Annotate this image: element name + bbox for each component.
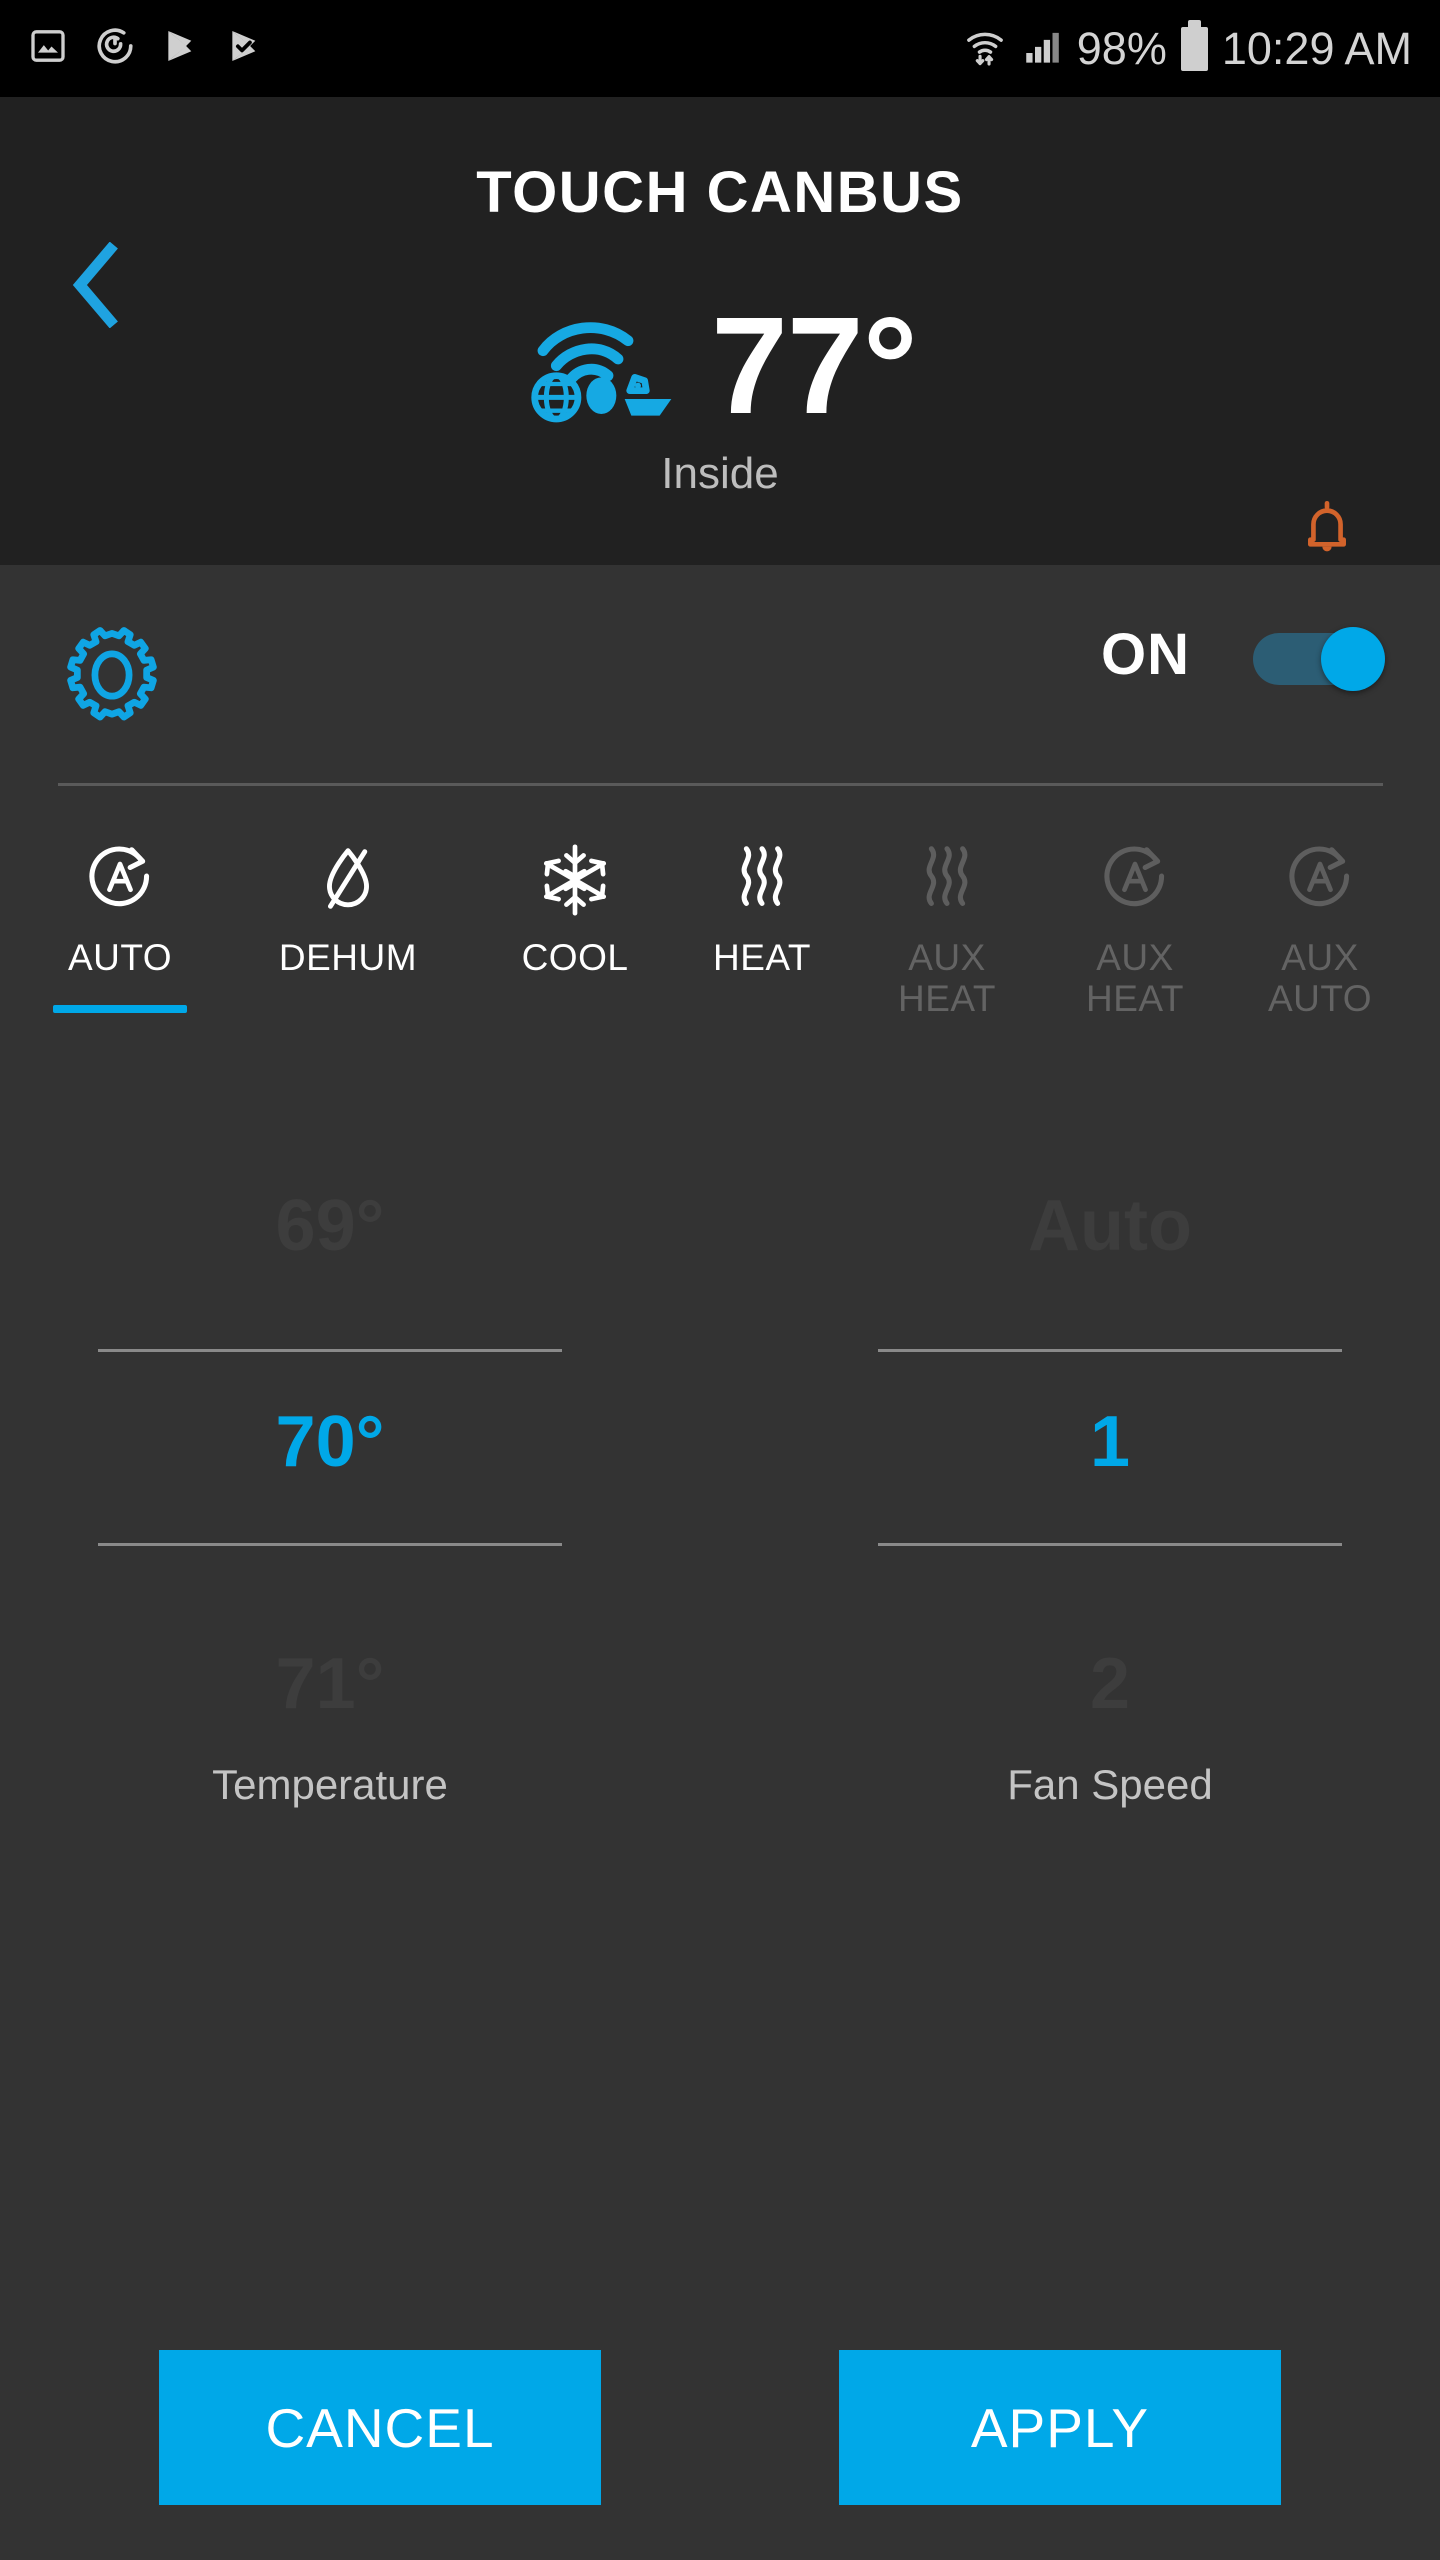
gear-icon: [58, 621, 166, 734]
temperature-picker-label: Temperature: [212, 1761, 448, 1808]
tab-dehum[interactable]: DEHUM: [258, 837, 438, 978]
play-store-update-icon: [226, 26, 264, 71]
temperature-selected-value: 70°: [275, 1402, 385, 1482]
tab-dehum-label: DEHUM: [278, 937, 418, 978]
power-state-label: ON: [1101, 622, 1190, 687]
tab-aux-heat-waves-label: AUX HEAT: [898, 937, 996, 1019]
tab-cool[interactable]: COOL: [485, 837, 665, 978]
inside-temperature-block: 77° Inside: [0, 297, 1440, 499]
wifi-transfer-icon: [963, 24, 1007, 73]
fan-speed-next-value[interactable]: 2: [830, 1643, 1390, 1725]
bell-icon: [1299, 499, 1355, 566]
fan-speed-picker-line-bottom: [878, 1543, 1342, 1546]
temperature-picker-line-bottom: [98, 1543, 562, 1546]
cellular-signal-icon: [1021, 25, 1063, 72]
droplet-slash-icon: [308, 837, 388, 923]
sync-icon: [94, 25, 136, 72]
auto-circle-icon: [80, 837, 160, 923]
temperature-next-value[interactable]: 71°: [50, 1643, 610, 1725]
alerts-button[interactable]: [1292, 497, 1362, 567]
tab-auto[interactable]: AUTO: [30, 837, 210, 1013]
tab-aux-auto[interactable]: AUX AUTO: [1230, 837, 1410, 1019]
fan-speed-picker[interactable]: Auto 1 2 Fan Speed: [830, 1185, 1390, 1885]
status-bar-left-icons: [28, 25, 264, 72]
action-button-row: CANCEL APPLY: [0, 2350, 1440, 2510]
temperature-picker-line-top: [98, 1349, 562, 1352]
heat-waves-icon: [911, 837, 983, 923]
battery-icon: [1180, 19, 1208, 71]
status-bar-right-icons: 98% 10:29 AM: [963, 19, 1412, 75]
tab-heat-label: HEAT: [713, 937, 811, 978]
snowflake-icon: [535, 837, 615, 923]
inside-temperature-value: 77°: [711, 289, 918, 443]
tab-auto-underline: [53, 1005, 187, 1013]
toggle-thumb: [1321, 627, 1385, 691]
settings-button[interactable]: [58, 623, 166, 731]
play-store-icon: [162, 26, 200, 71]
inside-temperature-label: Inside: [661, 449, 779, 498]
settings-row: ON: [0, 565, 1440, 783]
tab-heat[interactable]: HEAT: [672, 837, 852, 978]
cancel-button[interactable]: CANCEL: [159, 2350, 601, 2505]
fan-speed-picker-label: Fan Speed: [1007, 1761, 1213, 1808]
climate-control-card: ON AUTO DEHUM COOL HEAT AUX HEAT AUX HEA…: [0, 565, 1440, 2560]
tab-aux-heat-auto[interactable]: AUX HEAT: [1045, 837, 1225, 1019]
temperature-row: 77°: [523, 289, 918, 443]
auto-circle-icon: [1095, 837, 1175, 923]
app-screen: 98% 10:29 AM TOUCH CANBUS 77° Inside ON …: [0, 0, 1440, 2560]
tab-aux-heat-waves[interactable]: AUX HEAT: [857, 837, 1037, 1019]
fan-speed-selected-value: 1: [1089, 1402, 1131, 1482]
image-icon: [28, 26, 68, 71]
temperature-picker[interactable]: 69° 70° 71° Temperature: [50, 1185, 610, 1885]
picker-area: 69° 70° 71° Temperature Auto 1 2 Fan Spe…: [0, 1185, 1440, 1945]
app-header: TOUCH CANBUS 77° Inside: [0, 97, 1440, 565]
tab-aux-heat-auto-label: AUX HEAT: [1086, 937, 1184, 1019]
clock-label: 10:29 AM: [1221, 22, 1412, 74]
power-toggle[interactable]: [1253, 627, 1385, 691]
section-divider: [58, 783, 1383, 786]
fan-speed-picker-line-top: [878, 1349, 1342, 1352]
tab-auto-label: AUTO: [67, 937, 173, 978]
globe-wifi-boat-icon: [523, 304, 693, 429]
auto-circle-icon: [1280, 837, 1360, 923]
tab-aux-auto-label: AUX AUTO: [1267, 937, 1373, 1019]
battery-percent-label: 98%: [1076, 22, 1167, 74]
tab-cool-label: COOL: [521, 937, 629, 978]
page-title: TOUCH CANBUS: [476, 159, 964, 225]
apply-button[interactable]: APPLY: [839, 2350, 1281, 2505]
fan-speed-previous-value[interactable]: Auto: [830, 1185, 1390, 1267]
heat-waves-icon: [726, 837, 798, 923]
mode-tab-bar: AUTO DEHUM COOL HEAT AUX HEAT AUX HEAT A…: [0, 837, 1440, 1037]
status-bar: 98% 10:29 AM: [0, 0, 1440, 97]
temperature-previous-value[interactable]: 69°: [50, 1185, 610, 1267]
